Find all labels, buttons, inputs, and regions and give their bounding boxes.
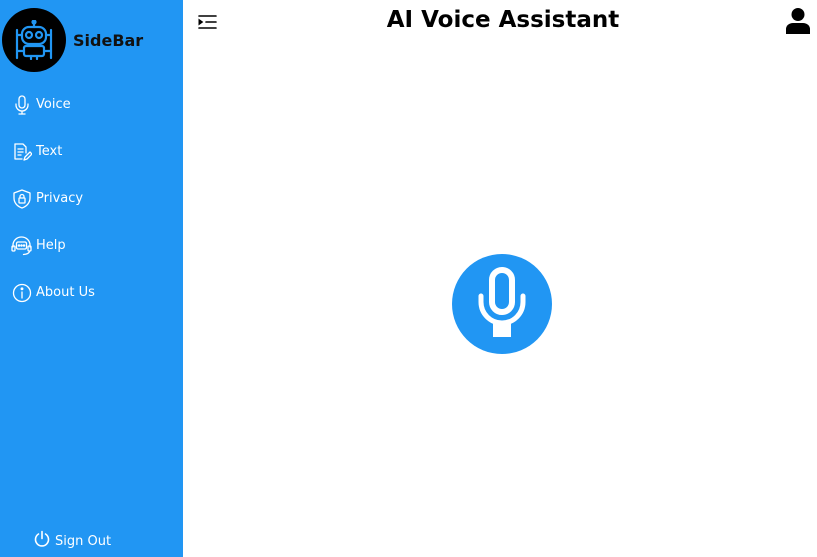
power-icon <box>33 530 51 553</box>
sidebar-item-label: About Us <box>36 285 95 300</box>
sidebar-item-help[interactable]: Help <box>0 222 183 269</box>
shield-lock-icon <box>11 188 32 209</box>
sign-out-label: Sign Out <box>55 533 112 549</box>
robot-icon <box>2 8 66 72</box>
sidebar-item-text[interactable]: Text <box>0 128 183 175</box>
sidebar-nav: Voice Text Privacy Help About Us <box>0 81 183 316</box>
microphone-icon <box>11 94 32 115</box>
sidebar-item-label: Privacy <box>36 191 84 206</box>
sidebar-item-privacy[interactable]: Privacy <box>0 175 183 222</box>
sign-out-button[interactable]: Sign Out <box>33 530 111 552</box>
microphone-button[interactable] <box>452 254 552 354</box>
user-icon[interactable] <box>785 7 811 35</box>
sidebar-title: SideBar <box>73 30 144 50</box>
sidebar-item-about-us[interactable]: About Us <box>0 269 183 316</box>
sidebar-item-label: Voice <box>36 97 71 112</box>
page-title: AI Voice Assistant <box>386 7 620 33</box>
sidebar-item-label: Help <box>36 238 66 253</box>
document-edit-icon <box>11 141 32 162</box>
headset-chat-icon <box>11 235 32 256</box>
sidebar-item-label: Text <box>36 144 63 159</box>
sidebar-brand: SideBar <box>2 8 143 72</box>
sidebar: SideBar Voice Text Privacy Help About Us… <box>0 0 183 557</box>
info-icon <box>11 282 32 303</box>
sidebar-item-voice[interactable]: Voice <box>0 81 183 128</box>
microphone-icon <box>472 266 532 343</box>
